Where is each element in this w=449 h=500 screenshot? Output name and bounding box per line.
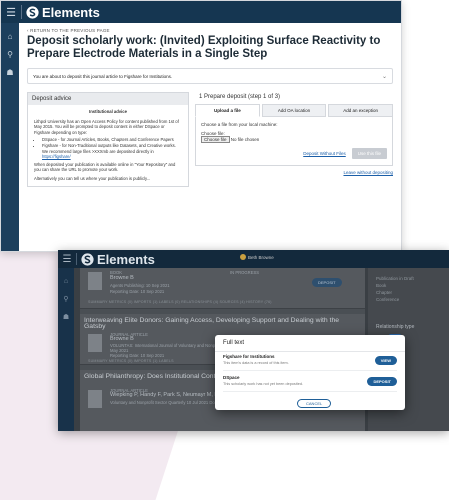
option-title: DSpace (223, 375, 240, 380)
chevron-down-icon[interactable]: ⌄ (382, 73, 387, 80)
filter-option[interactable]: Conference (376, 297, 399, 302)
left-nav: ⌂ ⚲ ☗ (1, 23, 19, 251)
prepare-heading: 1 Prepare deposit (step 1 of 3) (199, 94, 281, 100)
choose-file-button[interactable]: Choose file (201, 136, 230, 143)
deposit-button[interactable]: DEPOSIT (312, 278, 342, 287)
figshare-option: Figshare for Institutions This item's da… (223, 353, 397, 371)
prepare-deposit-panel: 1 Prepare deposit (step 1 of 3) Upload a… (195, 92, 394, 187)
item-meta: Agents Publishing: 10 Sep 2021 (110, 283, 170, 288)
deposit-notice[interactable]: You are about to deposit this journal ar… (27, 68, 393, 84)
elements-logo-icon (26, 5, 39, 19)
no-file-text: No file chosen (230, 137, 260, 142)
tab-add-exception[interactable]: Add an exception (328, 104, 394, 117)
publication-thumbnail (88, 272, 102, 290)
notice-text: You are about to deposit this journal ar… (33, 73, 173, 79)
page-title: Deposit scholarly work: (Invited) Exploi… (27, 35, 381, 60)
option-desc: This scholarly work has not yet been dep… (223, 382, 303, 386)
publication-thumbnail (88, 334, 102, 352)
advice-tail: Alternatively you can tell us where your… (34, 175, 151, 181)
tab-add-oa-location[interactable]: Add OA location (261, 104, 327, 117)
app-name: Elements (42, 4, 100, 20)
item-author: Browne B (110, 275, 134, 281)
left-nav-dark: ⌂ ⚲ ☗ (58, 268, 74, 431)
dspace-option: DSpace This scholarly work has not yet b… (223, 374, 397, 392)
app-name: Elements (97, 251, 155, 267)
item-reporting: Reporting Date: 10 Sep 2021 (110, 353, 165, 358)
item-title[interactable]: Interweaving Elite Donors: Gaining Acces… (84, 317, 354, 329)
group-icon[interactable]: ☗ (58, 313, 74, 321)
advice-after: When deposited your publication is avail… (34, 161, 176, 173)
home-icon[interactable]: ⌂ (1, 32, 19, 41)
cancel-button[interactable]: CANCEL (297, 399, 332, 408)
leave-without-depositing-link[interactable]: Leave without depositing (195, 170, 393, 175)
item-tabs[interactable]: SUMMARY METRICS (0) IMPORTS (1) LABELS (… (88, 300, 272, 304)
top-bar-dark: ☰ Elements Beth Browne (58, 250, 449, 268)
app-logo[interactable]: Elements (26, 5, 100, 20)
deposit-without-files-button[interactable]: Deposit Without Files (303, 151, 346, 156)
advice-subheader: Institutional advice (89, 109, 127, 114)
group-icon[interactable]: ☗ (1, 68, 19, 77)
publication-thumbnail (88, 390, 102, 408)
user-menu[interactable]: Beth Browne (240, 254, 274, 260)
deposit-window: ☰ Elements ⌂ ⚲ ☗ ‹ RETURN TO THE PREVIOU… (0, 0, 402, 252)
full-text-modal: Full text Figshare for Institutions This… (215, 335, 405, 410)
person-icon[interactable]: ⚲ (58, 295, 74, 303)
deposit-button[interactable]: DEPOSIT (367, 377, 397, 386)
filter-option[interactable]: Publication in Draft (376, 276, 414, 281)
list-item[interactable]: BOOK Browne B Agents Publishing: 10 Sep … (80, 268, 365, 309)
home-icon[interactable]: ⌂ (58, 278, 74, 285)
item-tabs[interactable]: SUMMARY METRICS (0) IMPORTS (1) LABELS (88, 359, 174, 363)
elements-logo-icon (81, 252, 94, 266)
status-badge: IN PROGRESS (230, 270, 260, 275)
menu-icon[interactable]: ☰ (58, 254, 76, 265)
upload-instruction: Choose a file from your local machine: (201, 122, 278, 127)
advice-bullet: Figshare - for Non-Traditional outputs l… (42, 143, 182, 160)
user-name: Beth Browne (248, 254, 274, 260)
tab-upload-file[interactable]: Upload a file (195, 104, 260, 117)
deposit-advice-panel: Deposit advice Institutional advice Lith… (27, 92, 189, 187)
breadcrumb[interactable]: ‹ RETURN TO THE PREVIOUS PAGE (27, 28, 393, 33)
modal-title: Full text (215, 335, 405, 352)
figshare-link[interactable]: https://figshare/ (42, 154, 71, 159)
person-icon[interactable]: ⚲ (1, 50, 19, 59)
top-bar: ☰ Elements (1, 1, 401, 23)
filter-heading: Relationship type (376, 324, 415, 330)
app-logo[interactable]: Elements (81, 252, 155, 267)
option-desc: This item's data is a record of this ite… (223, 361, 289, 365)
advice-header: Deposit advice (28, 93, 188, 105)
menu-icon[interactable]: ☰ (1, 6, 21, 19)
view-button[interactable]: VIEW (374, 356, 397, 365)
avatar (240, 254, 246, 260)
item-author: Browne B (110, 336, 134, 342)
advice-intro: Lithpol University has an Open Access Po… (34, 118, 179, 135)
filter-option[interactable]: Book (376, 283, 386, 288)
filter-option[interactable]: Chapter (376, 290, 392, 295)
option-title: Figshare for Institutions (223, 354, 275, 359)
use-this-file-button[interactable]: Use this file (351, 148, 387, 159)
item-reporting: Reporting Date: 10 Sep 2021 (110, 289, 165, 294)
